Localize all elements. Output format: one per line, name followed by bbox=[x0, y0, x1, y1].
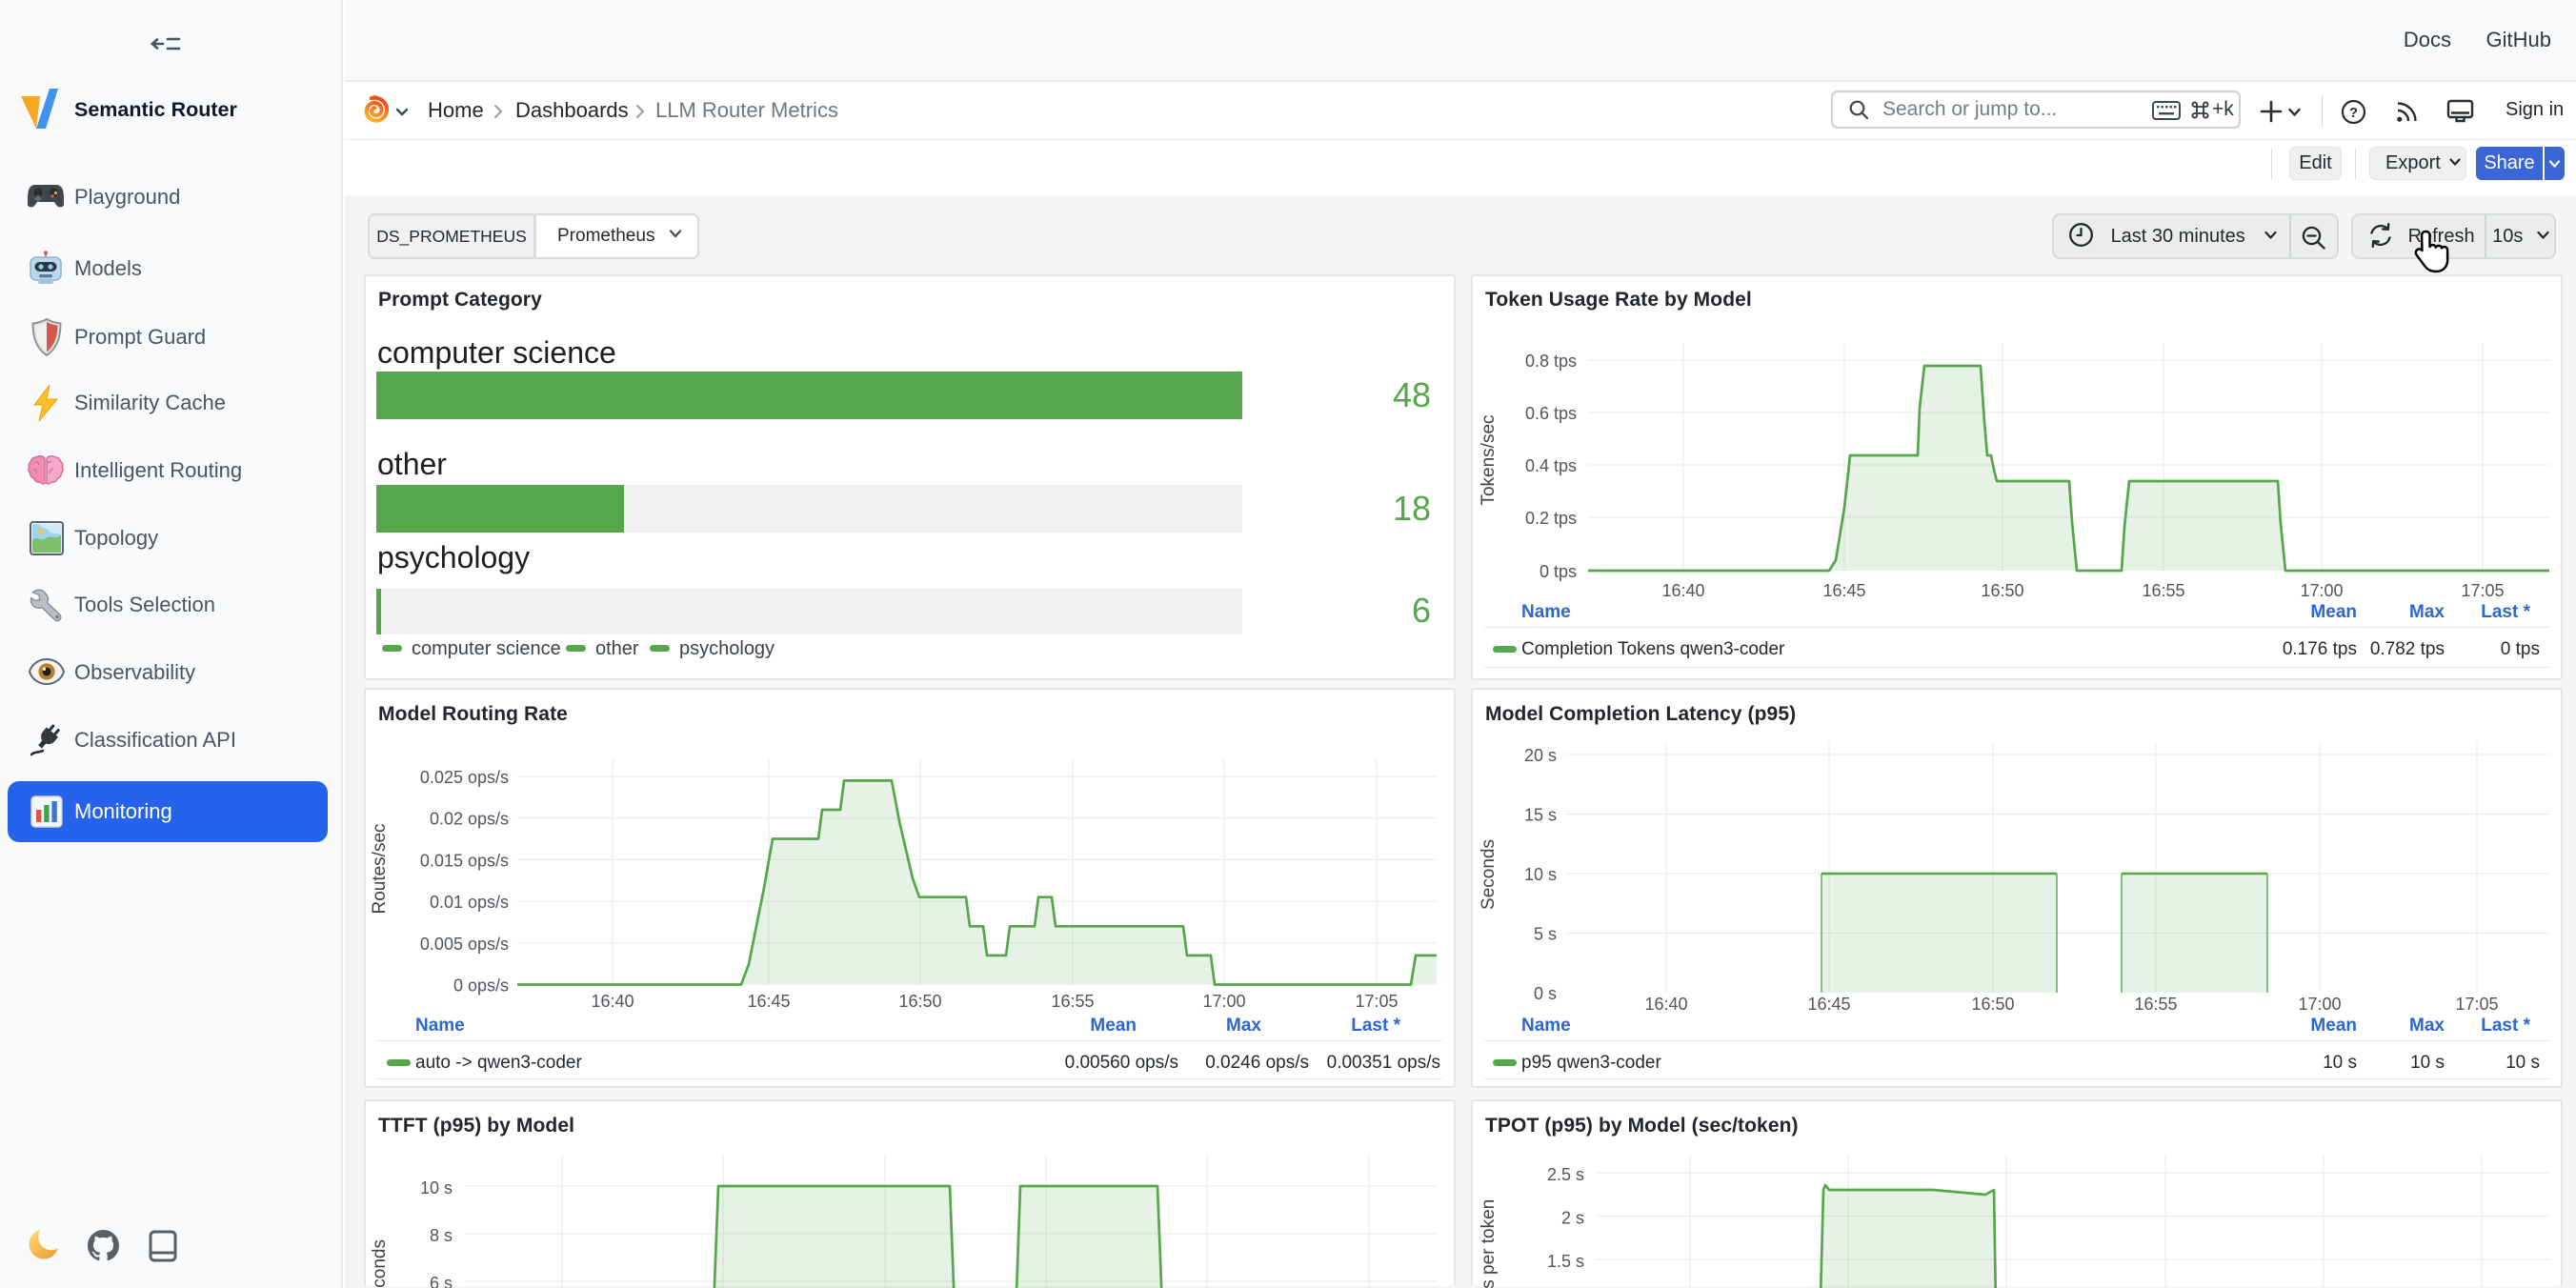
svg-text:16:55: 16:55 bbox=[2134, 995, 2177, 1014]
svg-text:17:05: 17:05 bbox=[2455, 995, 2498, 1014]
svg-text:Seconds: Seconds bbox=[1479, 839, 1499, 910]
svg-text:0 ops/s: 0 ops/s bbox=[453, 976, 509, 996]
svg-text:17:00: 17:00 bbox=[2300, 581, 2343, 600]
svg-text:16:45: 16:45 bbox=[1822, 581, 1865, 600]
svg-text:16:45: 16:45 bbox=[1807, 995, 1850, 1014]
svg-text:17:05: 17:05 bbox=[1355, 992, 1398, 1011]
svg-text:0.4 tps: 0.4 tps bbox=[1525, 456, 1577, 475]
svg-text:1.5 s: 1.5 s bbox=[1547, 1252, 1584, 1271]
svg-text:0.025 ops/s: 0.025 ops/s bbox=[420, 768, 509, 787]
svg-text:0.2 tps: 0.2 tps bbox=[1525, 509, 1577, 528]
svg-text:2.5 s: 2.5 s bbox=[1547, 1165, 1584, 1184]
svg-text:16:45: 16:45 bbox=[747, 992, 790, 1011]
svg-text:15 s: 15 s bbox=[1524, 806, 1557, 825]
svg-text:17:00: 17:00 bbox=[1202, 992, 1245, 1011]
svg-text:6 s: 6 s bbox=[430, 1274, 453, 1288]
svg-text:Tokens/sec: Tokens/sec bbox=[1479, 414, 1499, 505]
svg-text:17:00: 17:00 bbox=[2298, 995, 2341, 1014]
svg-text:2 s: 2 s bbox=[1561, 1209, 1584, 1228]
svg-text:0.01 ops/s: 0.01 ops/s bbox=[430, 893, 509, 912]
svg-text:0 tps: 0 tps bbox=[1540, 562, 1577, 581]
svg-text:8 s: 8 s bbox=[430, 1226, 453, 1245]
svg-text:16:40: 16:40 bbox=[1661, 581, 1704, 600]
svg-text:0.6 tps: 0.6 tps bbox=[1525, 404, 1577, 423]
svg-text:10 s: 10 s bbox=[420, 1178, 453, 1197]
svg-text:16:40: 16:40 bbox=[1644, 995, 1687, 1014]
svg-text:0 s: 0 s bbox=[1534, 984, 1557, 1003]
svg-text:16:55: 16:55 bbox=[1051, 992, 1094, 1011]
svg-text:Routes/sec: Routes/sec bbox=[370, 823, 390, 914]
svg-text:17:05: 17:05 bbox=[2461, 581, 2504, 600]
svg-text:16:50: 16:50 bbox=[1981, 581, 2023, 600]
svg-text:0.005 ops/s: 0.005 ops/s bbox=[420, 935, 509, 954]
svg-text:?: ? bbox=[2349, 105, 2358, 121]
svg-text:10 s: 10 s bbox=[1524, 865, 1557, 884]
svg-text:0.02 ops/s: 0.02 ops/s bbox=[430, 810, 509, 829]
svg-text:0.8 tps: 0.8 tps bbox=[1525, 352, 1577, 371]
svg-text:Seconds per token: Seconds per token bbox=[1479, 1199, 1499, 1288]
svg-text:20 s: 20 s bbox=[1524, 746, 1557, 765]
svg-text:16:50: 16:50 bbox=[898, 992, 941, 1011]
svg-text:16:50: 16:50 bbox=[1971, 995, 2014, 1014]
svg-text:Seconds: Seconds bbox=[370, 1239, 390, 1288]
svg-text:5 s: 5 s bbox=[1534, 925, 1557, 944]
svg-text:0.015 ops/s: 0.015 ops/s bbox=[420, 851, 509, 870]
svg-text:16:40: 16:40 bbox=[591, 992, 634, 1011]
svg-text:16:55: 16:55 bbox=[2142, 581, 2184, 600]
